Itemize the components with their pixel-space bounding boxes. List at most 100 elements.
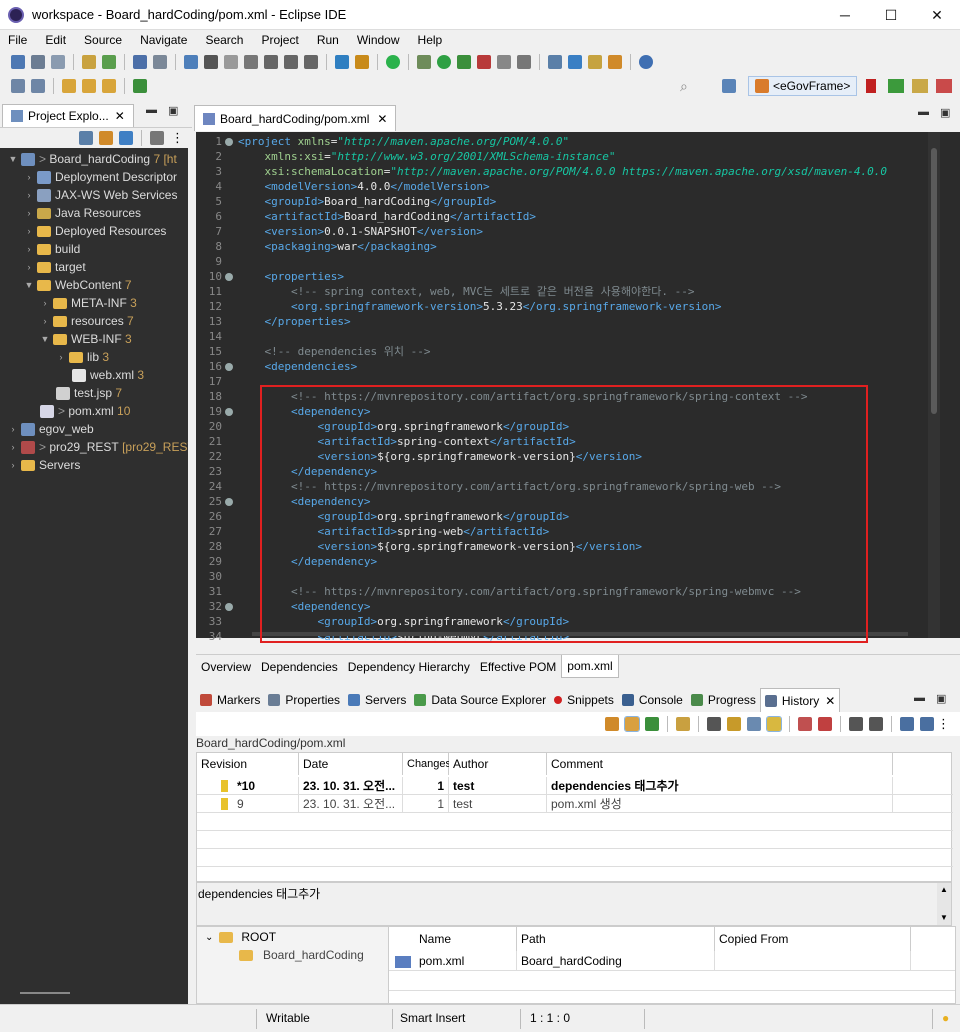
menu-source[interactable]: Source [76, 30, 132, 50]
tree-item-web-inf[interactable]: ▼ WEB-INF 3 [40, 330, 132, 348]
stop-icon[interactable] [818, 717, 832, 731]
col-date[interactable]: Date [299, 753, 403, 775]
java-ee-perspective-icon[interactable] [866, 79, 876, 93]
remove-icon[interactable] [798, 717, 812, 731]
perspective-egovframe[interactable]: <eGovFrame> [748, 76, 858, 96]
tree-item-deployment-descriptor[interactable]: › Deployment Descriptor [24, 168, 178, 186]
tab-properties[interactable]: Properties [264, 688, 344, 712]
last-edit-icon[interactable] [62, 79, 76, 93]
use-step-filters-icon[interactable] [335, 55, 349, 69]
menu-edit[interactable]: Edit [37, 30, 76, 50]
tab-data-source-explorer[interactable]: Data Source Explorer [410, 688, 550, 712]
pin-history-icon[interactable] [645, 717, 659, 731]
filter-icon[interactable] [119, 131, 133, 145]
new-package-icon[interactable] [588, 55, 602, 69]
fold-toggle-icon[interactable] [225, 363, 233, 371]
tree-item-pro29-rest[interactable]: › > pro29_REST [pro29_REST [8, 438, 189, 456]
group-by-date-icon[interactable] [676, 717, 690, 731]
tab-servers[interactable]: Servers [344, 688, 410, 712]
previous-annotation-icon[interactable] [31, 79, 45, 93]
step-return-icon[interactable] [304, 55, 318, 69]
minimize-panel-icon[interactable] [900, 717, 914, 731]
disconnect-icon[interactable] [244, 55, 258, 69]
horizontal-scrollbar[interactable] [20, 992, 70, 994]
stop-icon[interactable] [497, 55, 511, 69]
col-name[interactable]: Name [389, 927, 517, 951]
maximize-view-icon[interactable]: ▣ [936, 692, 946, 705]
revision-comment-icon[interactable] [747, 717, 761, 731]
open-perspective-icon[interactable] [722, 79, 736, 93]
tree-item-java-resources[interactable]: › Java Resources [24, 204, 142, 222]
col-path[interactable]: Path [517, 927, 715, 951]
skip-breakpoints-icon[interactable] [153, 55, 167, 69]
refresh-icon[interactable] [605, 717, 619, 731]
step-into-icon[interactable] [264, 55, 278, 69]
tree-item-resources[interactable]: › resources 7 [40, 312, 134, 330]
new-server-icon[interactable] [548, 55, 562, 69]
tab-pom-xml[interactable]: Board_hardCoding/pom.xml ✕ [194, 105, 397, 131]
view-menu-icon[interactable]: ⋮ [937, 716, 950, 732]
resume-icon[interactable] [184, 55, 198, 69]
layout-icon[interactable] [920, 717, 934, 731]
close-button[interactable]: ✕ [914, 0, 960, 30]
run-perspective-icon[interactable] [912, 79, 928, 93]
table-row[interactable]: pom.xml Board_hardCoding [389, 951, 955, 971]
tab-overview[interactable]: Overview [196, 656, 256, 678]
next-annotation-icon[interactable] [11, 79, 25, 93]
suspend-icon[interactable] [204, 55, 218, 69]
fold-toggle-icon[interactable] [225, 408, 233, 416]
close-tab-icon[interactable]: ✕ [115, 109, 125, 123]
col-revision[interactable]: Revision [197, 753, 299, 775]
tree-item-meta-inf[interactable]: › META-INF 3 [40, 294, 137, 312]
scrollbar-thumb[interactable] [931, 148, 937, 414]
tree-item-jaxws[interactable]: › JAX-WS Web Services [24, 186, 178, 204]
fold-toggle-icon[interactable] [225, 603, 233, 611]
team-perspective-icon[interactable] [936, 79, 952, 93]
col-changes[interactable]: Changes [403, 753, 451, 775]
close-tab-icon[interactable]: ✕ [825, 694, 835, 708]
menu-navigate[interactable]: Navigate [132, 30, 197, 50]
tab-snippets[interactable]: Snippets [550, 688, 618, 712]
open-task-icon[interactable] [102, 55, 116, 69]
close-tab-icon[interactable]: ✕ [377, 112, 387, 126]
tab-dependencies[interactable]: Dependencies [256, 656, 343, 678]
minimize-button[interactable]: ─ [822, 0, 868, 30]
step-over-icon[interactable] [284, 55, 298, 69]
start-server-icon[interactable] [386, 55, 400, 69]
show-all-icon[interactable] [727, 717, 741, 731]
collapse-all-icon[interactable] [79, 131, 93, 145]
menu-project[interactable]: Project [253, 30, 308, 50]
tree-item-lib[interactable]: › lib 3 [56, 348, 110, 366]
tree-item-servers[interactable]: › Servers [8, 456, 81, 474]
fold-toggle-icon[interactable] [225, 498, 233, 506]
menu-search[interactable]: Search [197, 30, 253, 50]
tree-item-project[interactable]: Board_hardCoding [239, 948, 364, 962]
comment-viewer[interactable]: dependencies 태그추가 ▲ ▼ [196, 882, 952, 926]
tab-effective-pom[interactable]: Effective POM [475, 656, 561, 678]
tree-item-egov-web[interactable]: › egov_web [8, 420, 94, 438]
maximize-button[interactable]: ☐ [868, 0, 914, 30]
menu-help[interactable]: Help [410, 30, 453, 50]
link-with-editor-icon[interactable] [624, 716, 640, 732]
tree-item-test-jsp[interactable]: test.jsp 7 [56, 384, 122, 402]
tab-pom-xml-source[interactable]: pom.xml [561, 655, 619, 678]
tab-project-explorer[interactable]: Project Explo... ✕ [2, 104, 134, 127]
comment-scrollbar[interactable]: ▲ ▼ [937, 883, 951, 925]
open-type-icon[interactable] [82, 55, 96, 69]
tab-markers[interactable]: Markers [196, 688, 264, 712]
fold-toggle-icon[interactable] [225, 138, 233, 146]
minimize-view-icon[interactable]: ▬ [914, 692, 925, 704]
tree-item-web-xml[interactable]: web.xml 3 [72, 366, 144, 384]
link-editor-icon[interactable] [99, 131, 113, 145]
save-icon[interactable] [31, 55, 45, 69]
tree-item-webcontent[interactable]: ▼ WebContent 7 [24, 276, 132, 294]
drop-to-frame-icon[interactable] [355, 55, 369, 69]
menu-run[interactable]: Run [309, 30, 349, 50]
tree-item-target[interactable]: › target [24, 258, 86, 276]
minimize-view-icon[interactable]: ▬ [146, 104, 157, 116]
search-icon[interactable]: ⌕ [680, 78, 688, 95]
coverage-icon[interactable] [457, 55, 471, 69]
back-icon[interactable] [82, 79, 96, 93]
debug-perspective-icon[interactable] [888, 79, 904, 93]
debug-icon[interactable] [417, 55, 431, 69]
